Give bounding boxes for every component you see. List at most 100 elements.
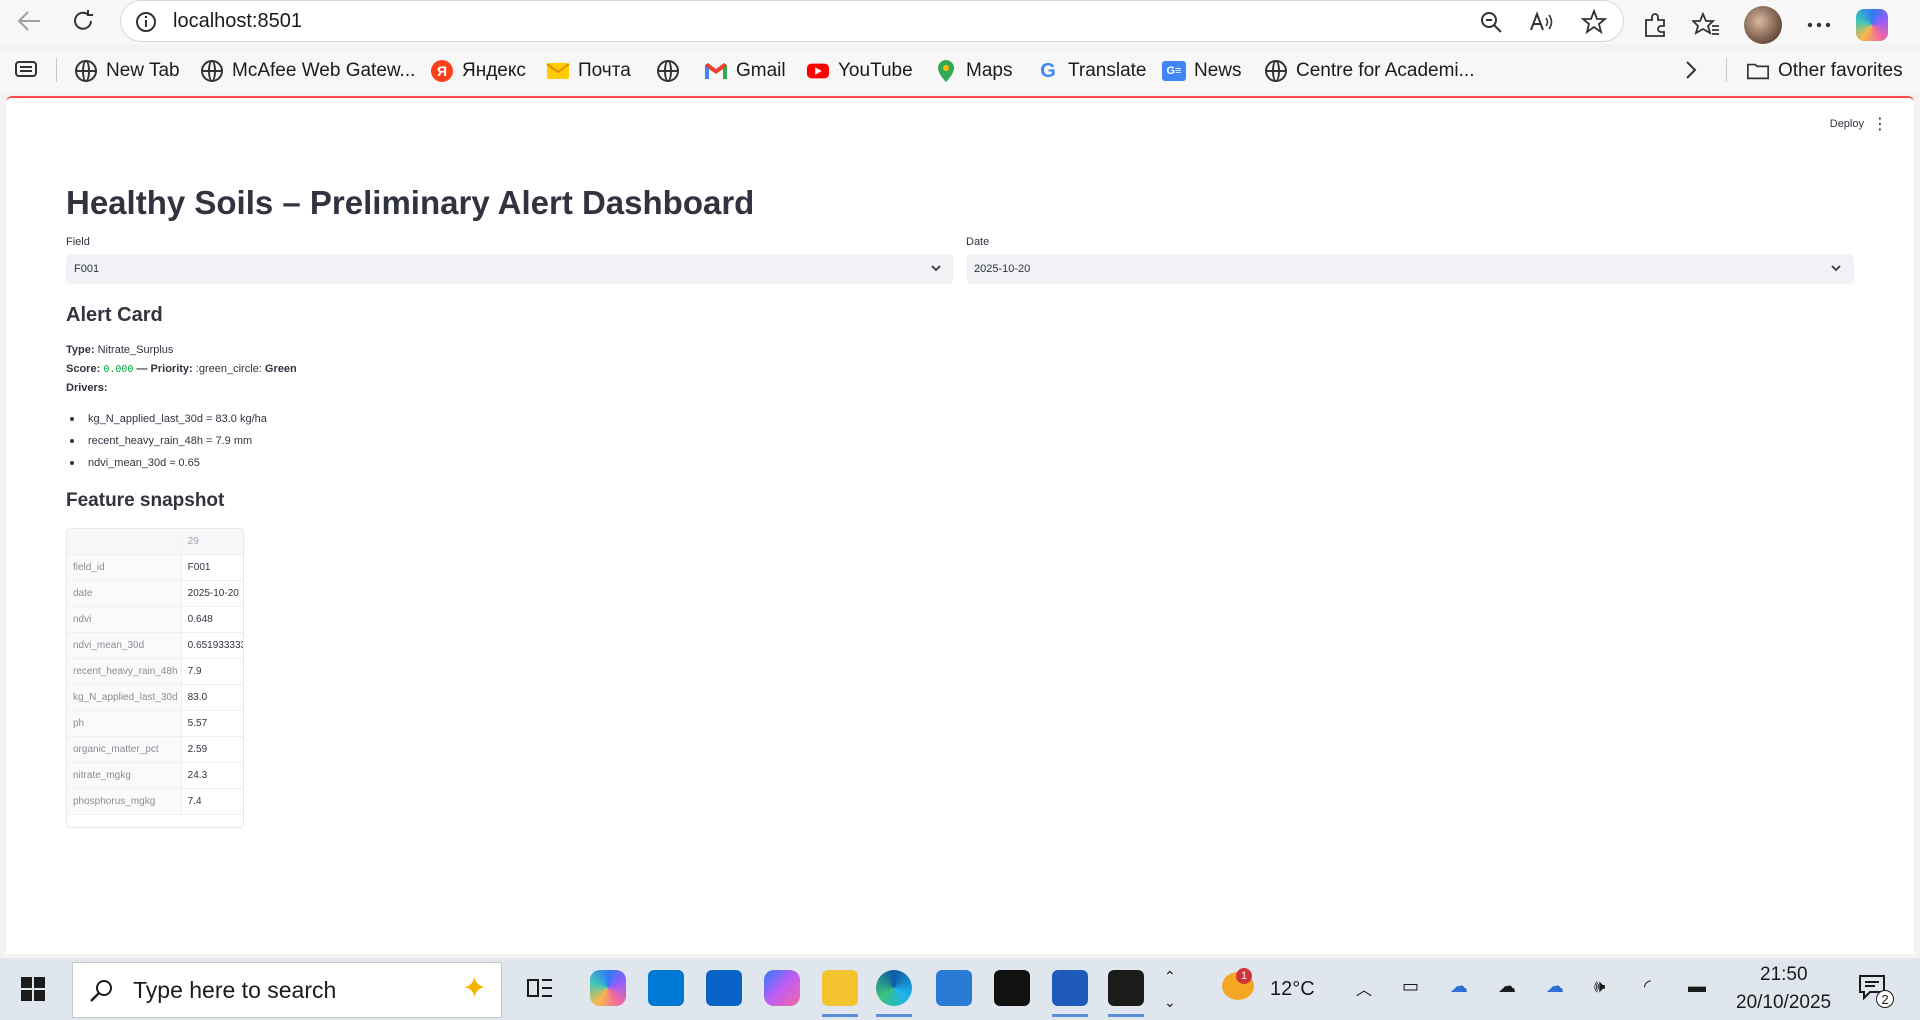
score-label: Score: (66, 363, 101, 375)
task-view-icon[interactable] (526, 974, 554, 1007)
fav-label: New Tab (106, 60, 180, 81)
table-row: field_id F001 (67, 555, 243, 581)
fav-gmail[interactable]: Gmail (704, 59, 786, 83)
table-row-key: phosphorus_mgkg (67, 789, 182, 814)
fav-yandex[interactable]: Я Яндекс (430, 59, 526, 83)
store-app-icon[interactable] (648, 970, 684, 1006)
table-row-value: 2025-10-20 (187, 588, 239, 599)
feature-snapshot-heading: Feature snapshot (66, 490, 225, 511)
table-row-value: 7.9 (187, 666, 202, 677)
meet-now-icon[interactable]: ▭ (1402, 976, 1419, 997)
fav-translate[interactable]: G Translate (1036, 59, 1147, 83)
fav-youtube[interactable]: YouTube (806, 59, 913, 83)
more-options-icon[interactable] (1806, 20, 1832, 30)
vscode-app-icon[interactable] (936, 970, 972, 1006)
intellij-app-icon[interactable] (994, 970, 1030, 1006)
tab-actions-icon[interactable] (14, 59, 40, 79)
globe-icon (201, 60, 223, 82)
date-select[interactable]: 2025-10-20 (966, 254, 1854, 284)
table-row: ph 5.57 (67, 711, 243, 737)
table-row-key: organic_matter_pct (67, 737, 182, 762)
extensions-icon[interactable] (1642, 12, 1668, 38)
favorite-star-icon[interactable] (1581, 9, 1607, 35)
profile-avatar[interactable] (1744, 6, 1782, 44)
clock-time[interactable]: 21:50 (1760, 964, 1808, 986)
main-menu-icon[interactable]: ⋮ (1872, 114, 1888, 134)
table-column-header: 29 (181, 529, 243, 554)
gmail-icon (704, 59, 728, 83)
taskbar-search-box[interactable]: Type here to search ✦ (72, 962, 502, 1018)
fav-label: Translate (1068, 60, 1147, 81)
cloud-info-icon[interactable]: ☁ (1498, 976, 1516, 997)
type-label: Type: (66, 344, 95, 356)
table-row: phosphorus_mgkg 7.4 (67, 789, 243, 815)
priority-value: Green (264, 363, 297, 375)
google-icon: G (1040, 59, 1056, 82)
page-title: Healthy Soils – Preliminary Alert Dashbo… (66, 184, 755, 221)
type-value: Nitrate_Surplus (97, 344, 174, 356)
show-hidden-icons[interactable]: ︿ (1356, 976, 1372, 1000)
file-explorer-icon[interactable] (822, 970, 858, 1006)
table-row: kg_N_applied_last_30d 83.0 (67, 685, 243, 711)
field-select[interactable]: F001 (66, 254, 954, 284)
table-row-key: recent_heavy_rain_48h (67, 659, 182, 684)
table-row-value: 2.59 (187, 744, 208, 755)
fav-pochta[interactable]: Почта (546, 59, 631, 83)
fav-mcafee[interactable]: McAfee Web Gatew... (200, 59, 415, 83)
zoom-icon[interactable] (1479, 10, 1503, 34)
fav-label: Почта (578, 60, 631, 81)
table-row-key: ndvi (67, 607, 182, 632)
table-row: date 2025-10-20 (67, 581, 243, 607)
globe-icon (75, 60, 97, 82)
chevron-down-icon (1831, 265, 1841, 272)
m365-app-icon[interactable] (764, 970, 800, 1006)
folder-icon (1746, 59, 1770, 83)
priority-label: — Priority: (136, 363, 193, 375)
refresh-button[interactable] (68, 6, 98, 36)
onedrive-icon[interactable]: ☁ (1450, 976, 1468, 997)
word-app-icon[interactable] (1052, 970, 1088, 1006)
chevron-down-icon[interactable]: ⌄ (1164, 994, 1176, 1011)
fav-maps[interactable]: Maps (934, 59, 1012, 83)
active-app-indicator (1108, 1014, 1144, 1017)
refresh-icon (74, 10, 93, 30)
table-row-value: 83.0 (187, 692, 208, 703)
copilot-app-icon[interactable] (590, 970, 626, 1006)
weather-temperature[interactable]: 12°C (1270, 978, 1315, 1001)
drivers-label: Drivers: (66, 382, 108, 394)
fav-label: McAfee Web Gatew... (232, 60, 416, 81)
other-favorites-folder[interactable]: Other favorites (1746, 59, 1903, 83)
table-row-value: 0.651933333 (187, 640, 243, 651)
terminal-app-icon[interactable] (1108, 970, 1144, 1006)
copilot-icon[interactable] (1856, 9, 1888, 41)
fav-label: YouTube (838, 60, 913, 81)
onedrive-sync-icon[interactable]: ☁ (1546, 976, 1564, 997)
read-aloud-icon[interactable] (1529, 10, 1555, 34)
network-icon[interactable]: ◜ (1644, 976, 1651, 997)
site-info-icon[interactable] (135, 11, 157, 38)
feature-snapshot-table[interactable]: 29 field_id F001 date 2025-10-20 ndvi 0.648… (66, 528, 244, 828)
battery-icon[interactable]: ▬ (1688, 976, 1706, 997)
fav-new-tab[interactable]: New Tab (74, 59, 180, 83)
windows-start-icon[interactable] (20, 976, 46, 1007)
favorites-icon[interactable] (1692, 12, 1720, 38)
deploy-button[interactable]: Deploy (1830, 118, 1864, 130)
favbar-overflow-chevron-icon[interactable] (1684, 59, 1698, 81)
drivers-line: Drivers: (66, 382, 108, 394)
fav-globe[interactable] (656, 59, 680, 83)
chevron-up-icon[interactable]: ⌃ (1164, 968, 1176, 985)
volume-icon[interactable]: 🕪 (1594, 976, 1605, 997)
table-row-key: field_id (67, 555, 182, 580)
fav-label: News (1194, 60, 1242, 81)
table-row-key: nitrate_mgkg (67, 763, 182, 788)
clock-date[interactable]: 20/10/2025 (1736, 992, 1831, 1014)
address-bar[interactable]: localhost:8501 (120, 0, 1624, 42)
outlook-app-icon[interactable] (706, 970, 742, 1006)
back-button[interactable] (14, 6, 44, 36)
fav-centre[interactable]: Centre for Academi... (1264, 59, 1474, 83)
table-row-value: 5.57 (187, 718, 208, 729)
table-index-header (67, 529, 182, 554)
fav-label: Other favorites (1778, 60, 1903, 81)
edge-app-icon[interactable] (876, 970, 912, 1006)
fav-news[interactable]: G≡ News (1162, 59, 1242, 83)
